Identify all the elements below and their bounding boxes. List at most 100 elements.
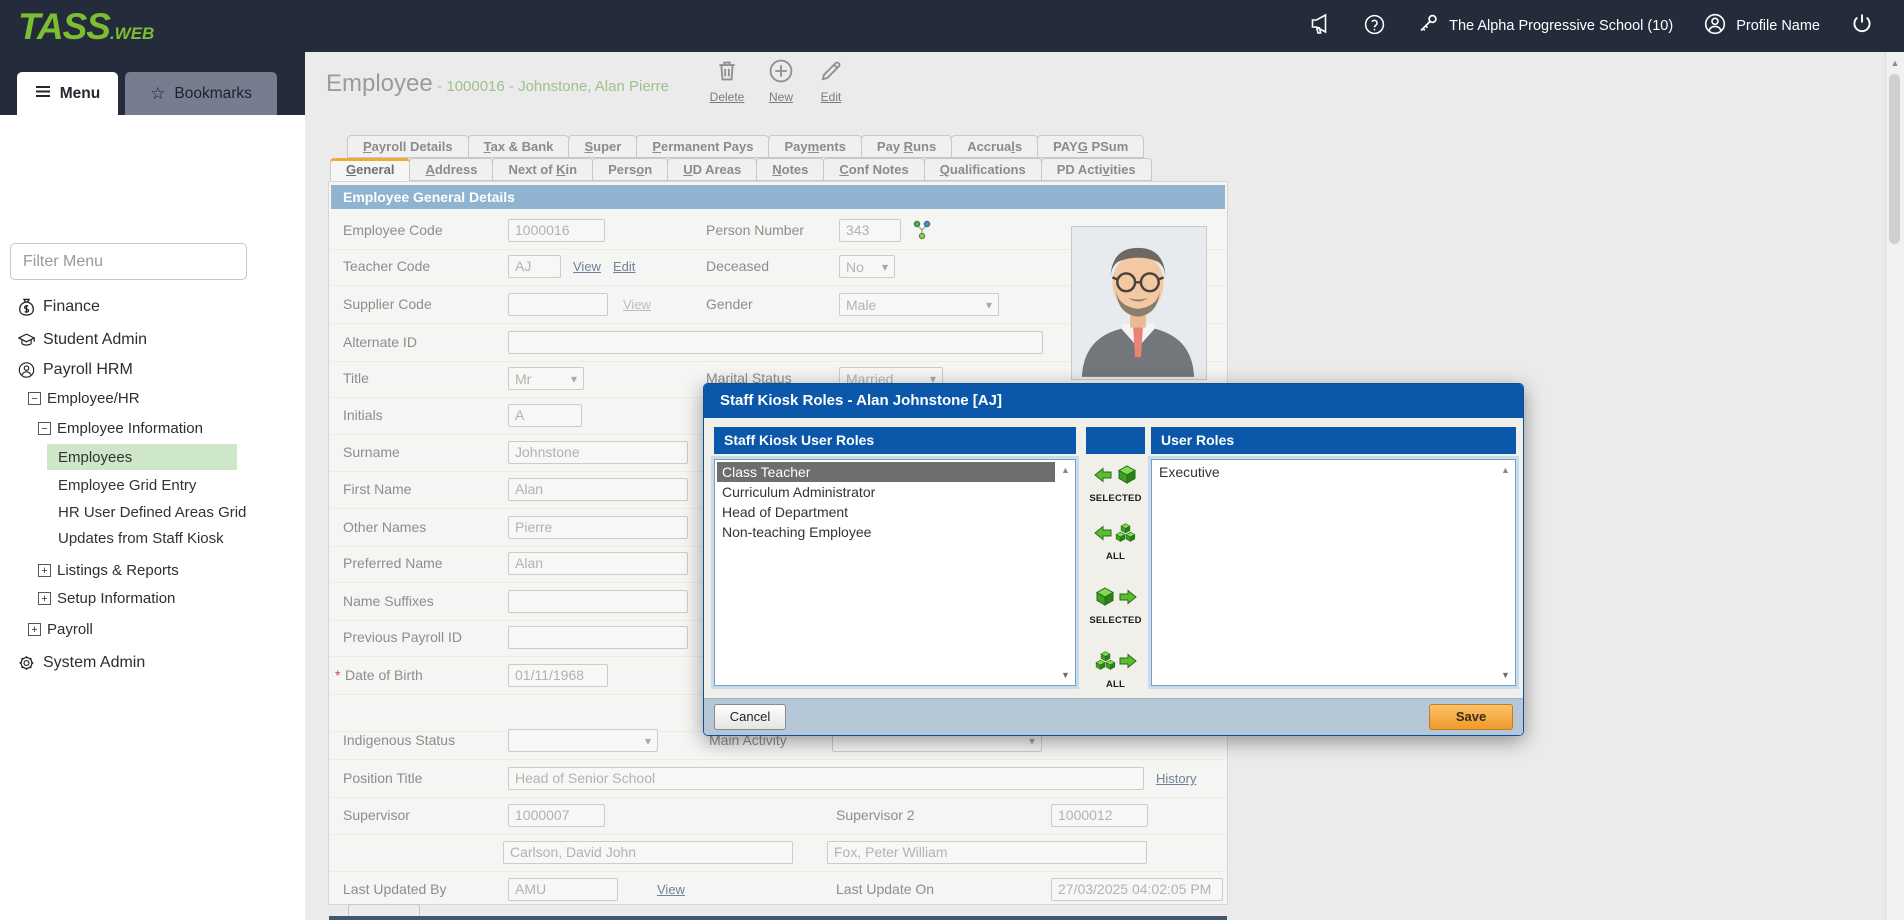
sidebar-item-employees[interactable]: Employees xyxy=(0,442,305,472)
help-button[interactable] xyxy=(1363,13,1386,40)
tab-permanent-pays[interactable]: Permanent Pays xyxy=(636,135,769,158)
scroll-down-icon[interactable]: ▼ xyxy=(1058,669,1073,681)
role-list-item[interactable]: Curriculum Administrator xyxy=(717,482,1055,502)
scrollbar-thumb[interactable] xyxy=(1889,74,1900,244)
role-list-item[interactable]: Non-teaching Employee xyxy=(717,522,1055,542)
tab-ud-areas[interactable]: UD Areas xyxy=(667,158,757,181)
surname-field: Johnstone xyxy=(508,441,688,464)
teacher-code-edit-link[interactable]: Edit xyxy=(613,248,635,285)
list-scrollbar[interactable]: ▲ ▼ xyxy=(1498,462,1513,683)
tab-conf-notes[interactable]: Conf Notes xyxy=(823,158,924,181)
teacher-code-view-link[interactable]: View xyxy=(573,248,601,285)
tab-person[interactable]: Person xyxy=(592,158,668,181)
edit-button[interactable]: Edit xyxy=(812,58,850,104)
tab-notes[interactable]: Notes xyxy=(756,158,824,181)
bookmarks-tab[interactable]: ☆ Bookmarks xyxy=(125,72,277,115)
sidebar-item-finance[interactable]: Finance xyxy=(0,292,305,322)
tass-web-app: TASS.WEB The Alpha Progressive School (1… xyxy=(0,0,1904,920)
middle-header xyxy=(1086,427,1145,454)
collapse-icon[interactable]: − xyxy=(38,422,51,435)
profile-button[interactable]: Profile Name xyxy=(1703,12,1820,40)
sidebar-item-payroll-hrm[interactable]: Payroll HRM xyxy=(0,355,305,385)
sidebar-item-employee-grid-entry[interactable]: Employee Grid Entry xyxy=(0,470,305,500)
deceased-select: No xyxy=(839,255,895,278)
tass-web-logo[interactable]: TASS.WEB xyxy=(18,8,154,54)
position-title-field: Head of Senior School xyxy=(508,767,1144,790)
role-list-item[interactable]: Executive xyxy=(1154,462,1495,482)
list-scrollbar[interactable]: ▲ ▼ xyxy=(1058,462,1073,683)
person-number-field: 343 xyxy=(839,219,901,242)
announcements-button[interactable] xyxy=(1308,13,1333,39)
tab-address[interactable]: Address xyxy=(409,158,493,181)
sidebar-item-system-admin[interactable]: System Admin xyxy=(0,648,305,678)
date-of-birth-field: 01/11/1968 xyxy=(508,664,608,687)
next-section-bar-partial xyxy=(329,916,1227,920)
menu-tab[interactable]: Menu xyxy=(17,72,118,115)
collapse-icon[interactable]: − xyxy=(28,392,41,405)
supervisor2-name-field: Fox, Peter William xyxy=(827,841,1147,864)
org-tree-icon[interactable] xyxy=(911,219,933,246)
form-row: Carlson, David John Fox, Peter William xyxy=(331,834,1225,872)
tab-payments[interactable]: Payments xyxy=(768,135,861,158)
supplier-code-field xyxy=(508,293,608,316)
record-identifier: - 1000016 - Johnstone, Alan Pierre xyxy=(437,78,669,95)
supplier-code-view-link: View xyxy=(623,286,651,323)
gear-icon xyxy=(18,654,35,673)
employee-photo xyxy=(1071,226,1207,380)
last-updated-by-view-link[interactable]: View xyxy=(657,871,685,908)
expand-icon[interactable]: + xyxy=(28,623,41,636)
tab-payg-psum[interactable]: PAYG PSum xyxy=(1037,135,1144,158)
tab-accruals[interactable]: Accruals xyxy=(951,135,1038,158)
person-badge-icon xyxy=(18,361,35,380)
last-update-on-field: 27/03/2025 04:02:05 PM xyxy=(1051,878,1223,901)
logout-button[interactable] xyxy=(1850,12,1874,40)
tab-general[interactable]: General xyxy=(330,158,410,181)
user-roles-list[interactable]: Executive ▲ ▼ xyxy=(1151,459,1516,686)
megaphone-icon xyxy=(1308,13,1333,39)
expand-icon[interactable]: + xyxy=(38,564,51,577)
tab-pay-runs[interactable]: Pay Runs xyxy=(861,135,952,158)
filter-menu-input[interactable] xyxy=(10,243,247,280)
tab-super[interactable]: Super xyxy=(568,135,637,158)
sidebar-item-setup-information[interactable]: + Setup Information xyxy=(0,583,305,613)
tab-tax-bank[interactable]: Tax & Bank xyxy=(468,135,570,158)
personal-tab-row: General Address Next of Kin Person UD Ar… xyxy=(330,158,1151,181)
section-header: Employee General Details xyxy=(331,185,1225,209)
scroll-up-icon[interactable]: ▲ xyxy=(1058,464,1073,476)
sidebar-item-payroll[interactable]: + Payroll xyxy=(0,614,305,644)
role-list-item[interactable]: Class Teacher xyxy=(717,462,1055,482)
sidebar: Finance Student Admin Payroll HRM − Empl… xyxy=(0,115,305,920)
cancel-button[interactable]: Cancel xyxy=(714,704,786,730)
role-list-item[interactable]: Head of Department xyxy=(717,502,1055,522)
alternate-id-field xyxy=(508,331,1043,354)
school-session-button[interactable]: The Alpha Progressive School (10) xyxy=(1416,12,1673,40)
sidebar-item-employee-hr[interactable]: − Employee/HR xyxy=(0,383,305,413)
scroll-up-icon[interactable]: ▲ xyxy=(1498,464,1513,476)
move-selected-left-button[interactable]: SELECTED xyxy=(1086,463,1145,504)
new-button[interactable]: New xyxy=(762,58,800,104)
sidebar-item-student-admin[interactable]: Student Admin xyxy=(0,325,305,355)
first-name-field: Alan xyxy=(508,478,688,501)
page-scrollbar[interactable]: ▲ xyxy=(1885,52,1904,920)
move-all-right-button[interactable]: ALL xyxy=(1086,649,1145,690)
staff-kiosk-user-roles-list[interactable]: Class Teacher Curriculum Administrator H… xyxy=(714,459,1076,686)
transfer-buttons: SELECTED ALL SELECTED xyxy=(1086,459,1145,686)
sidebar-item-listings-reports[interactable]: + Listings & Reports xyxy=(0,555,305,585)
sidebar-item-updates-from-staff-kiosk[interactable]: Updates from Staff Kiosk xyxy=(0,523,305,553)
save-button[interactable]: Save xyxy=(1429,704,1513,730)
position-title-history-link[interactable]: History xyxy=(1156,760,1196,797)
tab-payroll-details[interactable]: Payroll Details xyxy=(347,135,469,158)
plus-circle-icon xyxy=(768,58,794,89)
expand-icon[interactable]: + xyxy=(38,592,51,605)
move-selected-right-button[interactable]: SELECTED xyxy=(1086,585,1145,626)
payroll-tab-row: Payroll Details Tax & Bank Super Permane… xyxy=(347,135,1143,158)
scroll-down-icon[interactable]: ▼ xyxy=(1498,669,1513,681)
title-select: Mr xyxy=(508,367,584,390)
move-all-left-button[interactable]: ALL xyxy=(1086,521,1145,562)
scroll-up-icon[interactable]: ▲ xyxy=(1886,56,1904,70)
sidebar-item-employee-information[interactable]: − Employee Information xyxy=(0,413,305,443)
tab-qualifications[interactable]: Qualifications xyxy=(924,158,1042,181)
tab-pd-activities[interactable]: PD Activities xyxy=(1041,158,1152,181)
tab-next-of-kin[interactable]: Next of Kin xyxy=(492,158,593,181)
delete-button[interactable]: Delete xyxy=(704,58,750,104)
